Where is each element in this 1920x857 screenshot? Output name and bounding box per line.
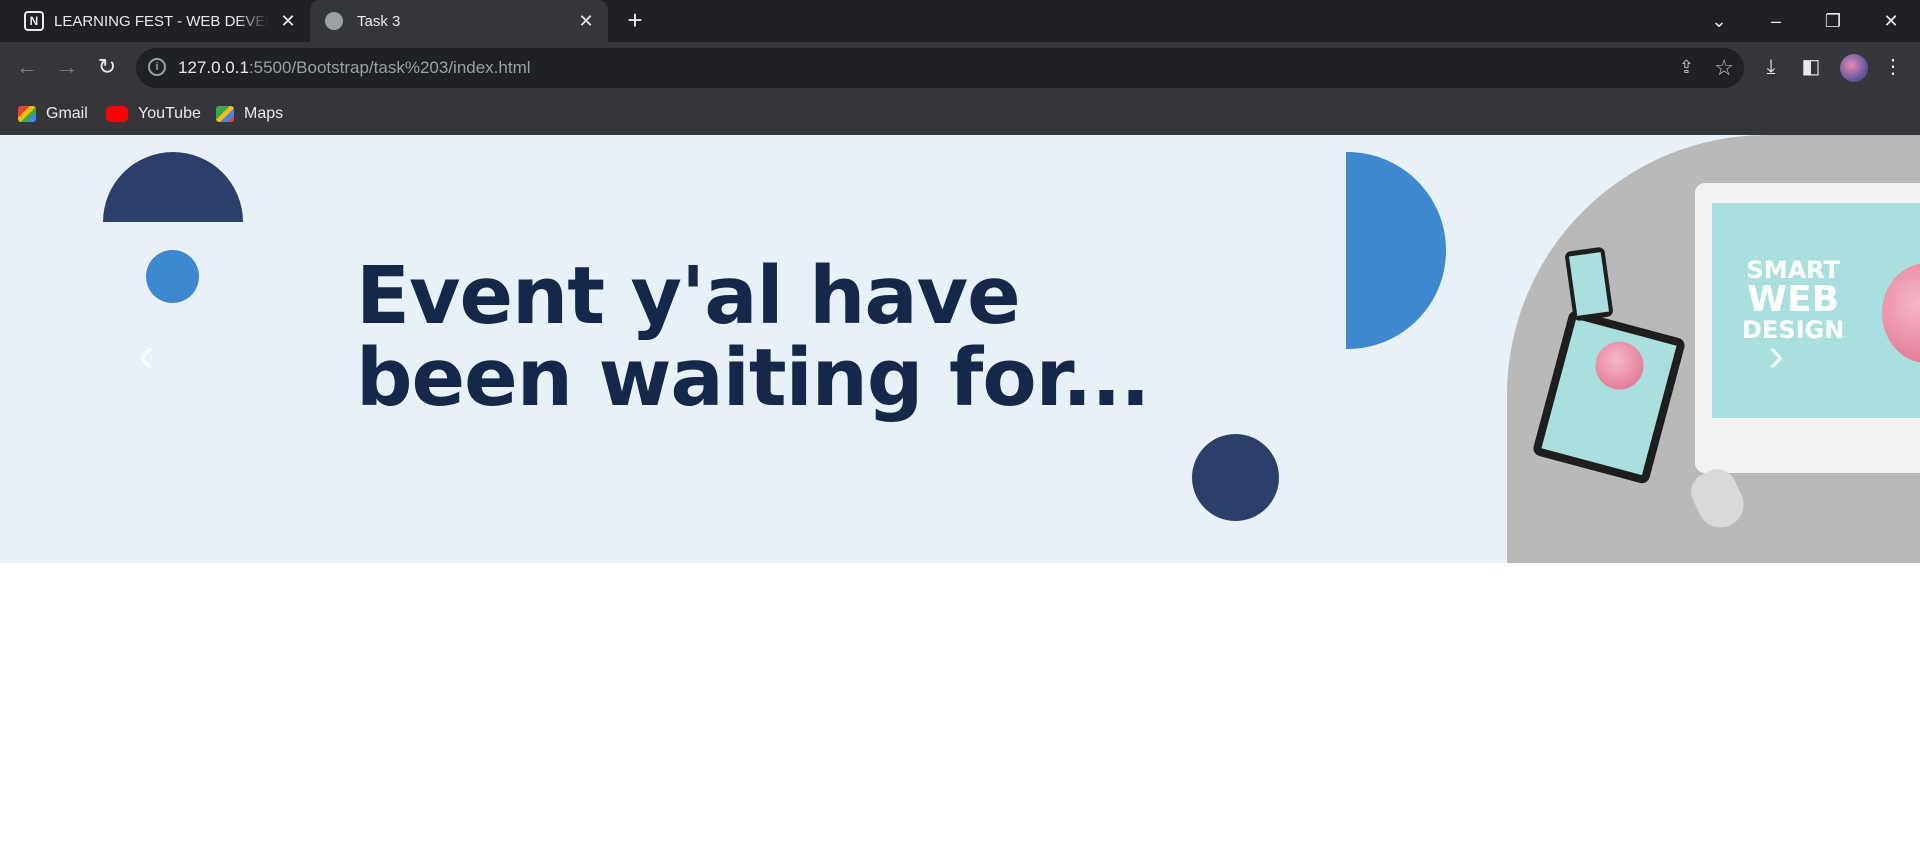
image-text-line-2: WEB [1747, 279, 1840, 320]
bookmark-label: Maps [244, 105, 284, 122]
tablet-screen [1541, 318, 1677, 476]
maps-icon [216, 106, 234, 122]
carousel-next-button[interactable]: › [1758, 326, 1794, 386]
bookmark-maps[interactable]: Maps [216, 102, 283, 126]
bookmarks-bar: Gmail YouTube Maps [0, 94, 1920, 134]
address-bar[interactable]: i 127.0.0.1:5500/Bootstrap/task%203/inde… [136, 48, 1744, 88]
minimize-button[interactable]: – [1761, 6, 1791, 36]
bookmark-gmail[interactable]: Gmail [18, 102, 88, 126]
menu-icon[interactable]: ⋮ [1878, 52, 1908, 82]
hero-heading-line-2: been waiting for... [356, 332, 1150, 424]
bookmark-label: YouTube [138, 105, 201, 122]
tab-search-icon[interactable]: ⌄ [1704, 6, 1734, 36]
tablet-illustration [1531, 309, 1687, 485]
bookmark-youtube[interactable]: YouTube [106, 102, 201, 126]
browser-chrome: N LEARNING FEST - WEB DEVELOPMENT ✕ Task… [0, 0, 1920, 135]
toolbar: ← → ↻ i 127.0.0.1:5500/Bootstrap/task%20… [0, 42, 1920, 94]
hero-heading: Event y'al have been waiting for... [356, 255, 1256, 419]
share-icon[interactable]: ⇪ [1679, 57, 1694, 78]
close-tab-icon[interactable]: ✕ [278, 11, 298, 31]
back-button[interactable]: ← [12, 52, 42, 82]
half-circle-decoration [1346, 152, 1446, 349]
bookmark-label: Gmail [46, 105, 88, 122]
download-icon[interactable]: ⤓ [1756, 52, 1786, 82]
site-info-icon[interactable]: i [148, 58, 166, 76]
close-tab-icon[interactable]: ✕ [576, 11, 596, 31]
phone-screen [1568, 252, 1610, 316]
phone-illustration [1564, 246, 1614, 322]
brain-illustration [1590, 336, 1649, 396]
gmail-icon [18, 106, 36, 122]
side-panel-icon[interactable]: ◧ [1796, 52, 1826, 82]
tab-task-3[interactable]: Task 3 ✕ [310, 0, 608, 42]
circle-decoration [146, 250, 199, 303]
notion-icon: N [24, 11, 44, 31]
circle-decoration [1192, 434, 1279, 521]
tab-learning-fest[interactable]: N LEARNING FEST - WEB DEVELOPMENT ✕ [14, 0, 310, 42]
bookmark-star-icon[interactable]: ☆ [1714, 55, 1734, 81]
carousel-prev-button[interactable]: ‹ [128, 326, 164, 386]
hero-heading-line-1: Event y'al have [356, 250, 1021, 342]
forward-button[interactable]: → [52, 52, 82, 82]
page-body [0, 563, 1920, 857]
tab-title: Task 3 [357, 12, 401, 30]
hero-carousel: Event y'al have been waiting for... SMAR… [0, 135, 1920, 563]
half-circle-decoration [103, 152, 243, 222]
youtube-icon [106, 106, 128, 122]
monitor-screen: SMART WEB DESIGN [1712, 203, 1920, 418]
mouse-illustration [1684, 462, 1752, 536]
tab-title: LEARNING FEST - WEB DEVELOPMENT [54, 12, 269, 30]
url-text[interactable]: 127.0.0.1:5500/Bootstrap/task%203/index.… [178, 58, 531, 78]
url-host: 127.0.0.1 [178, 58, 249, 77]
restore-button[interactable]: ❐ [1818, 6, 1848, 36]
smart-web-design-image: SMART WEB DESIGN [1507, 135, 1920, 563]
url-path: :5500/Bootstrap/task%203/index.html [248, 58, 531, 77]
globe-icon [325, 12, 343, 30]
close-window-button[interactable]: ✕ [1876, 6, 1906, 36]
reload-button[interactable]: ↻ [92, 52, 122, 82]
new-tab-button[interactable]: + [622, 7, 648, 34]
tab-strip: N LEARNING FEST - WEB DEVELOPMENT ✕ Task… [0, 0, 1920, 42]
avatar[interactable] [1840, 54, 1868, 82]
brain-illustration [1882, 263, 1920, 363]
